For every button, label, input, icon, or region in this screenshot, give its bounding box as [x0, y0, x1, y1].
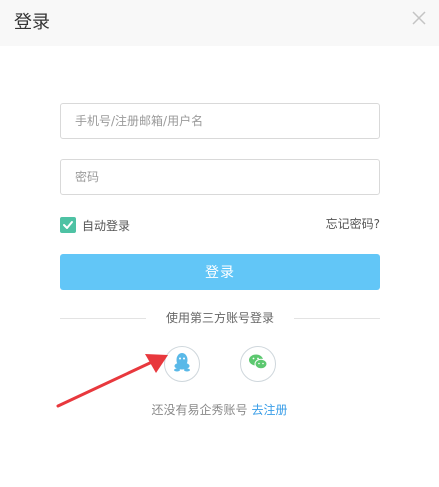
auto-login-checkbox[interactable]: 自动登录 — [60, 216, 130, 234]
register-link[interactable]: 去注册 — [252, 403, 288, 417]
wechat-login-button[interactable] — [240, 346, 276, 382]
divider-left — [60, 318, 146, 319]
auto-login-label: 自动登录 — [82, 218, 131, 233]
login-dialog: 登录 自动登录 忘记密码? 登录 使用第三方账号登录 — [0, 0, 439, 487]
dialog-header: 登录 — [0, 0, 439, 46]
close-icon[interactable] — [410, 9, 428, 27]
checkmark-icon[interactable] — [60, 217, 76, 233]
qq-icon — [173, 352, 191, 376]
third-party-label: 使用第三方账号登录 — [165, 311, 274, 325]
register-row: 还没有易企秀账号 去注册 — [0, 402, 439, 418]
forgot-password-link[interactable]: 忘记密码? — [326, 215, 380, 233]
qq-login-button[interactable] — [164, 346, 200, 382]
username-input[interactable] — [60, 103, 380, 139]
register-prompt: 还没有易企秀账号 — [151, 403, 248, 417]
dialog-title: 登录 — [14, 12, 50, 33]
wechat-icon — [248, 353, 268, 375]
divider-right — [294, 318, 380, 319]
login-button[interactable]: 登录 — [60, 254, 380, 290]
password-input[interactable] — [60, 159, 380, 195]
